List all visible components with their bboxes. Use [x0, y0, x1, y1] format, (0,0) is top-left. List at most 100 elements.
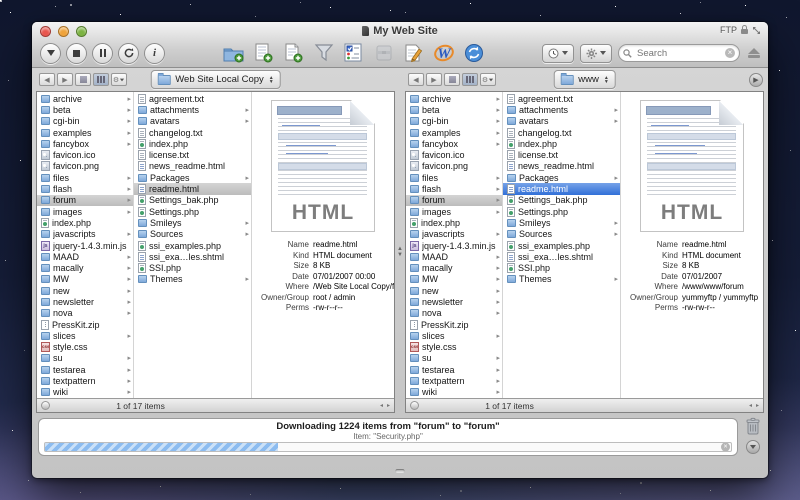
file-row[interactable]: images▸ — [37, 206, 133, 217]
file-row[interactable]: nova▸ — [406, 308, 502, 319]
file-row[interactable]: javascripts▸ — [37, 229, 133, 240]
left-actions-button[interactable]: ⚙ — [111, 73, 127, 86]
forward-button[interactable]: ▶ — [57, 73, 73, 86]
file-row[interactable]: Settings_bak.php — [134, 195, 251, 206]
file-row[interactable]: archive▸ — [37, 93, 133, 104]
file-row[interactable]: new▸ — [37, 285, 133, 296]
file-row[interactable]: flash▸ — [37, 183, 133, 194]
file-row[interactable]: agreement.txt — [503, 93, 620, 104]
file-row[interactable]: jsjquery-1.4.3.min.js — [406, 240, 502, 251]
clear-search-icon[interactable]: × — [725, 48, 735, 58]
fullscreen-icon[interactable] — [752, 26, 761, 35]
file-row[interactable]: macally▸ — [406, 262, 502, 273]
file-row[interactable]: examples▸ — [37, 127, 133, 138]
column-view-button[interactable] — [93, 73, 109, 86]
file-row[interactable]: changelog.txt — [503, 127, 620, 138]
trash-icon[interactable] — [745, 417, 761, 441]
file-row[interactable]: wiki▸ — [37, 387, 133, 398]
file-row[interactable]: fancybox▸ — [37, 138, 133, 149]
file-row[interactable]: su▸ — [37, 353, 133, 364]
stop-button[interactable] — [66, 43, 87, 64]
right-path-selector[interactable]: www ▲▼ — [553, 70, 616, 89]
file-row[interactable]: index.php — [503, 138, 620, 149]
column-view-button[interactable] — [462, 73, 478, 86]
icon-view-button[interactable] — [75, 73, 91, 86]
file-row[interactable]: favicon.ico — [406, 149, 502, 160]
file-row[interactable]: index.php — [37, 217, 133, 228]
file-row[interactable]: testarea▸ — [37, 364, 133, 375]
file-row[interactable]: beta▸ — [37, 104, 133, 115]
file-row[interactable]: slices▸ — [406, 330, 502, 341]
file-row[interactable]: PressKit.zip — [406, 319, 502, 330]
file-row[interactable]: textpattern▸ — [37, 375, 133, 386]
file-row[interactable]: Packages▸ — [134, 172, 251, 183]
file-row[interactable]: beta▸ — [406, 104, 502, 115]
file-row[interactable]: cssstyle.css — [406, 342, 502, 353]
file-row[interactable]: Themes▸ — [503, 274, 620, 285]
scroll-arrows[interactable]: ◂▸ — [749, 402, 763, 409]
file-row[interactable]: su▸ — [406, 353, 502, 364]
file-row[interactable]: ssi_exa…les.shtml — [503, 251, 620, 262]
file-row[interactable]: javascripts▸ — [406, 229, 502, 240]
info-button[interactable]: i — [144, 43, 165, 64]
sync-icon[interactable] — [463, 43, 484, 64]
file-row[interactable]: Smileys▸ — [503, 217, 620, 228]
file-row[interactable]: license.txt — [134, 149, 251, 160]
titlebar[interactable]: My Web Site FTP — [32, 22, 768, 39]
cancel-transfer-icon[interactable]: × — [721, 443, 730, 452]
history-dropdown[interactable] — [542, 44, 574, 63]
file-row[interactable]: Settings_bak.php — [503, 195, 620, 206]
eject-button[interactable] — [748, 48, 760, 58]
new-file-icon[interactable] — [253, 43, 274, 64]
file-row[interactable]: avatars▸ — [134, 116, 251, 127]
file-row[interactable]: newsletter▸ — [37, 296, 133, 307]
file-row[interactable]: MAAD▸ — [406, 251, 502, 262]
file-row[interactable]: forum▸ — [406, 195, 502, 206]
file-row[interactable]: avatars▸ — [503, 116, 620, 127]
file-row[interactable]: files▸ — [406, 172, 502, 183]
actions-dropdown[interactable] — [580, 44, 612, 63]
file-row[interactable]: news_readme.html — [503, 161, 620, 172]
file-row[interactable]: ssi_exa…les.shtml — [134, 251, 251, 262]
minimize-button[interactable] — [58, 26, 69, 37]
file-row[interactable]: cssstyle.css — [37, 342, 133, 353]
file-row[interactable]: forum▸ — [37, 195, 133, 206]
file-row[interactable]: attachments▸ — [503, 104, 620, 115]
file-row[interactable]: Smileys▸ — [134, 217, 251, 228]
file-row[interactable]: PressKit.zip — [37, 319, 133, 330]
pause-button[interactable] — [92, 43, 113, 64]
file-row[interactable]: SSI.php — [134, 262, 251, 273]
file-row[interactable]: slices▸ — [37, 330, 133, 341]
file-row[interactable]: index.php — [406, 217, 502, 228]
file-row[interactable]: Sources▸ — [503, 229, 620, 240]
icon-view-button[interactable] — [444, 73, 460, 86]
file-row[interactable]: ssi_examples.php — [134, 240, 251, 251]
file-row[interactable]: flash▸ — [406, 183, 502, 194]
file-row[interactable]: Packages▸ — [503, 172, 620, 183]
file-row[interactable]: fancybox▸ — [406, 138, 502, 149]
file-row[interactable]: new▸ — [406, 285, 502, 296]
file-row[interactable]: Settings.php — [503, 206, 620, 217]
file-row[interactable]: readme.html — [503, 183, 620, 194]
file-row[interactable]: wiki▸ — [406, 387, 502, 398]
file-row[interactable]: license.txt — [503, 149, 620, 160]
zoom-button[interactable] — [76, 26, 87, 37]
file-row[interactable]: changelog.txt — [134, 127, 251, 138]
tasks-icon[interactable] — [343, 43, 364, 64]
file-row[interactable]: index.php — [134, 138, 251, 149]
panel-splitter[interactable]: ▲ ▼ — [395, 91, 405, 413]
filter-icon[interactable] — [313, 43, 334, 64]
file-row[interactable]: newsletter▸ — [406, 296, 502, 307]
file-row[interactable]: cgi-bin▸ — [37, 116, 133, 127]
edit-icon[interactable] — [403, 43, 424, 64]
file-row[interactable]: examples▸ — [406, 127, 502, 138]
file-row[interactable]: cgi-bin▸ — [406, 116, 502, 127]
window-drag-dimple[interactable] — [396, 469, 405, 473]
file-row[interactable]: favicon.png — [37, 161, 133, 172]
file-row[interactable]: readme.html — [134, 183, 251, 194]
file-row[interactable]: agreement.txt — [134, 93, 251, 104]
file-row[interactable]: Sources▸ — [134, 229, 251, 240]
file-row[interactable]: MW▸ — [37, 274, 133, 285]
file-row[interactable]: jsjquery-1.4.3.min.js — [37, 240, 133, 251]
file-row[interactable]: attachments▸ — [134, 104, 251, 115]
